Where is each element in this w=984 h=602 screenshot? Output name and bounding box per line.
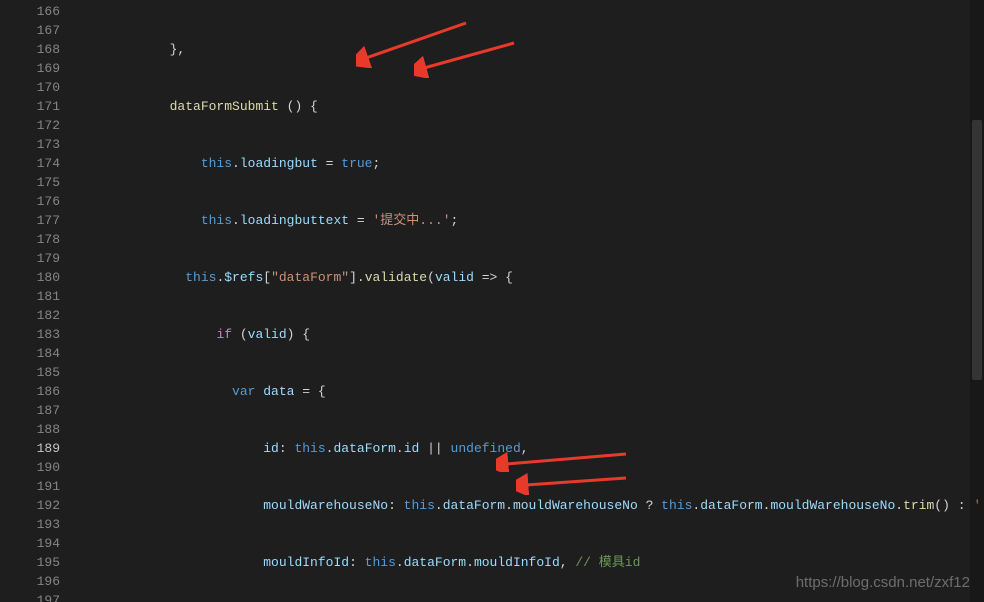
code-line: id: this.dataForm.id || undefined, <box>76 439 984 458</box>
line-number: 179 <box>0 249 60 268</box>
line-number: 178 <box>0 230 60 249</box>
line-number: 168 <box>0 40 60 59</box>
line-number: 185 <box>0 363 60 382</box>
line-number: 189 <box>0 439 60 458</box>
line-number: 197 <box>0 591 60 602</box>
line-number-gutter: 1661671681691701711721731741751761771781… <box>0 0 76 602</box>
line-number: 196 <box>0 572 60 591</box>
code-line: this.loadingbut = true; <box>76 154 984 173</box>
code-line: mouldInfoId: this.dataForm.mouldInfoId, … <box>76 553 984 572</box>
code-line: this.loadingbuttext = '提交中...'; <box>76 211 984 230</box>
line-number: 180 <box>0 268 60 287</box>
line-number: 194 <box>0 534 60 553</box>
line-number: 171 <box>0 97 60 116</box>
line-number: 173 <box>0 135 60 154</box>
line-number: 183 <box>0 325 60 344</box>
vertical-scrollbar[interactable] <box>970 0 984 602</box>
line-number: 190 <box>0 458 60 477</box>
line-number: 166 <box>0 2 60 21</box>
line-number: 195 <box>0 553 60 572</box>
code-editor[interactable]: 1661671681691701711721731741751761771781… <box>0 0 984 602</box>
line-number: 170 <box>0 78 60 97</box>
line-number: 191 <box>0 477 60 496</box>
code-line: dataFormSubmit () { <box>76 97 984 116</box>
line-number: 184 <box>0 344 60 363</box>
line-number: 177 <box>0 211 60 230</box>
line-number: 188 <box>0 420 60 439</box>
line-number: 186 <box>0 382 60 401</box>
line-number: 176 <box>0 192 60 211</box>
line-number: 192 <box>0 496 60 515</box>
line-number: 182 <box>0 306 60 325</box>
line-number: 193 <box>0 515 60 534</box>
code-line: mouldWarehouseNo: this.dataForm.mouldWar… <box>76 496 984 515</box>
scrollbar-thumb[interactable] <box>972 120 982 380</box>
line-number: 169 <box>0 59 60 78</box>
code-area[interactable]: }, dataFormSubmit () { this.loadingbut =… <box>76 0 984 602</box>
code-line: }, <box>76 40 984 59</box>
line-number: 175 <box>0 173 60 192</box>
code-line: this.$refs["dataForm"].validate(valid =>… <box>76 268 984 287</box>
line-number: 181 <box>0 287 60 306</box>
code-line: if (valid) { <box>76 325 984 344</box>
annotation-arrow-icon <box>516 470 636 495</box>
code-line: var data = { <box>76 382 984 401</box>
line-number: 172 <box>0 116 60 135</box>
line-number: 187 <box>0 401 60 420</box>
line-number: 167 <box>0 21 60 40</box>
watermark-text: https://blog.csdn.net/zxf12 <box>796 573 970 592</box>
line-number: 174 <box>0 154 60 173</box>
